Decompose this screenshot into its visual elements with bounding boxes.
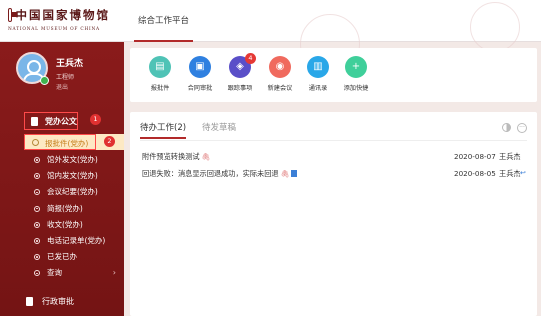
sidebar-item-report-approval[interactable]: 报批件(党办) 2 [24, 134, 124, 150]
list-item-date: 2020-08-07 [454, 152, 496, 161]
tab-drafts[interactable]: 待发草稿 [202, 121, 236, 139]
quick-icon-circle: ▥ [307, 56, 329, 78]
tab-integrated-platform[interactable]: 综合工作平台 [124, 0, 203, 42]
quick-icon-circle: + [345, 56, 367, 78]
list-item-user: 王兵杰 [499, 152, 521, 161]
more-icon[interactable]: ··· [517, 123, 527, 133]
meeting-icon: ◉ [275, 61, 285, 72]
bullet-icon [34, 173, 40, 180]
tracking-icon: ◈ [236, 61, 244, 72]
tab-divider [140, 140, 527, 141]
bullet-icon [34, 254, 40, 261]
museum-logo[interactable]: 中国国家博物馆 NATIONAL MUSEUM OF CHINA [8, 6, 110, 38]
list-item-user: 王兵杰 [499, 169, 521, 178]
quick-tracking-items[interactable]: ◈ 4 跟踪事项 [220, 53, 260, 92]
sidebar-section-party-docs[interactable]: 党办公文 1 [0, 110, 124, 132]
highlight-box: 党办公文 [24, 112, 78, 130]
sidebar-item-internal-dispatch[interactable]: 馆内发文(党办) [34, 168, 124, 184]
sidebar-item-external-dispatch[interactable]: 馆外发文(党办) [34, 152, 124, 168]
background-pattern [470, 2, 520, 52]
address-book-icon: ▥ [313, 61, 323, 72]
todo-panel: 待办工作(2) 待发草稿 ··· 附件预览转换测试 🖇 2020-08-07 王兵… [130, 112, 537, 316]
notification-badge: 4 [245, 53, 256, 64]
list-item[interactable]: 附件预览转换测试 🖇 2020-08-07 王兵杰 [140, 148, 527, 165]
theme-toggle-icon[interactable] [502, 123, 511, 132]
annotation-badge-2: 2 [104, 136, 115, 147]
quick-add-shortcut[interactable]: + 添加快捷 [336, 56, 376, 92]
sidebar-item-done[interactable]: 已发已办 [34, 249, 124, 265]
bullet-icon [34, 189, 40, 196]
sidebar-section-label: 党办公文 [45, 117, 77, 126]
quick-label: 新建会议 [267, 85, 293, 92]
bullet-icon [34, 221, 40, 228]
user-card: 王兵杰 工程师 退出 [0, 42, 124, 102]
list-item-title[interactable]: 回退失败：消息显示回退成功，实际未回退 🖇 [142, 165, 298, 183]
document-icon [31, 117, 38, 126]
contract-icon: ▣ [195, 61, 205, 72]
bullet-icon [34, 157, 40, 163]
chevron-right-icon: › [112, 268, 116, 278]
quick-address-book[interactable]: ▥ 通讯录 [298, 56, 338, 92]
list-item-date: 2020-08-05 [454, 169, 496, 178]
attachment-icon: 🖇 [280, 170, 290, 178]
todo-list: 附件预览转换测试 🖇 2020-08-07 王兵杰 回退失败：消息显示回退成功，实… [140, 148, 527, 182]
quick-label: 合同审批 [187, 85, 213, 92]
annotation-badge-1: 1 [90, 114, 101, 125]
quick-actions-bar: ▤ 报批件 ▣ 合同审批 ◈ 4 跟踪事项 ◉ 新建会议 ▥ 通讯录 + 添加快… [130, 48, 537, 102]
quick-label: 报批件 [150, 85, 170, 92]
sidebar-item-label: 报批件(党办) [45, 139, 89, 148]
reply-icon[interactable]: ↩ [520, 165, 526, 182]
user-role: 工程师 [56, 74, 75, 81]
sidebar-section-admin-approval[interactable]: 行政审批 [0, 292, 124, 314]
top-header: 中国国家博物馆 NATIONAL MUSEUM OF CHINA 综合工作平台 [0, 0, 541, 42]
panel-tools: ··· [502, 123, 527, 133]
sidebar-item-briefing[interactable]: 简报(党办) [34, 201, 124, 217]
sidebar-item-query[interactable]: 查询 › [34, 265, 124, 281]
quick-new-meeting[interactable]: ◉ 新建会议 [260, 56, 300, 92]
bullet-icon [34, 270, 40, 277]
logo-chinese-text: 中国国家博物馆 [15, 8, 110, 22]
quick-label: 通讯录 [308, 85, 328, 92]
sidebar-section-label: 行政审批 [42, 297, 74, 306]
user-name: 王兵杰 [56, 59, 84, 69]
museum-emblem-icon [8, 8, 16, 22]
quick-icon-circle: ◉ [269, 56, 291, 78]
logo-english-text: NATIONAL MUSEUM OF CHINA [8, 27, 100, 32]
sidebar-submenu: 馆外发文(党办) 馆内发文(党办) 会议纪要(党办) 简报(党办) 收文(党办)… [34, 152, 124, 282]
panel-tabs: 待办工作(2) 待发草稿 [140, 121, 252, 139]
quick-contract-approval[interactable]: ▣ 合同审批 [180, 56, 220, 92]
online-status-icon [40, 76, 49, 85]
bullet-icon [34, 205, 40, 212]
quick-label: 跟踪事项 [227, 85, 253, 92]
sidebar-item-received[interactable]: 收文(党办) [34, 217, 124, 233]
report-icon: ▤ [155, 61, 165, 72]
quick-icon-circle: ▣ [189, 56, 211, 78]
quick-icon-circle: ▤ [149, 56, 171, 78]
list-item[interactable]: 回退失败：消息显示回退成功，实际未回退 🖇 2020-08-05 王兵杰 ↩ [140, 165, 527, 182]
bullet-icon [34, 237, 40, 244]
sidebar-item-meeting-minutes[interactable]: 会议纪要(党办) [34, 184, 124, 200]
logout-link[interactable]: 退出 [56, 82, 68, 91]
tab-todo-work[interactable]: 待办工作(2) [140, 121, 187, 139]
document-icon [291, 170, 298, 177]
sidebar: 王兵杰 工程师 退出 党办公文 1 报批件(党办) 2 馆外发文(党办) 馆内发… [0, 42, 124, 316]
bullet-icon [32, 139, 39, 146]
list-item-title[interactable]: 附件预览转换测试 🖇 [142, 148, 210, 166]
quick-report-approval[interactable]: ▤ 报批件 [140, 56, 180, 92]
attachment-icon: 🖇 [201, 153, 211, 161]
highlight-box: 报批件(党办) [24, 134, 96, 150]
plus-icon: + [351, 61, 361, 72]
sidebar-item-phone-record[interactable]: 电话记录单(党办) [34, 233, 124, 249]
quick-label: 添加快捷 [343, 85, 369, 92]
document-icon [26, 297, 33, 306]
